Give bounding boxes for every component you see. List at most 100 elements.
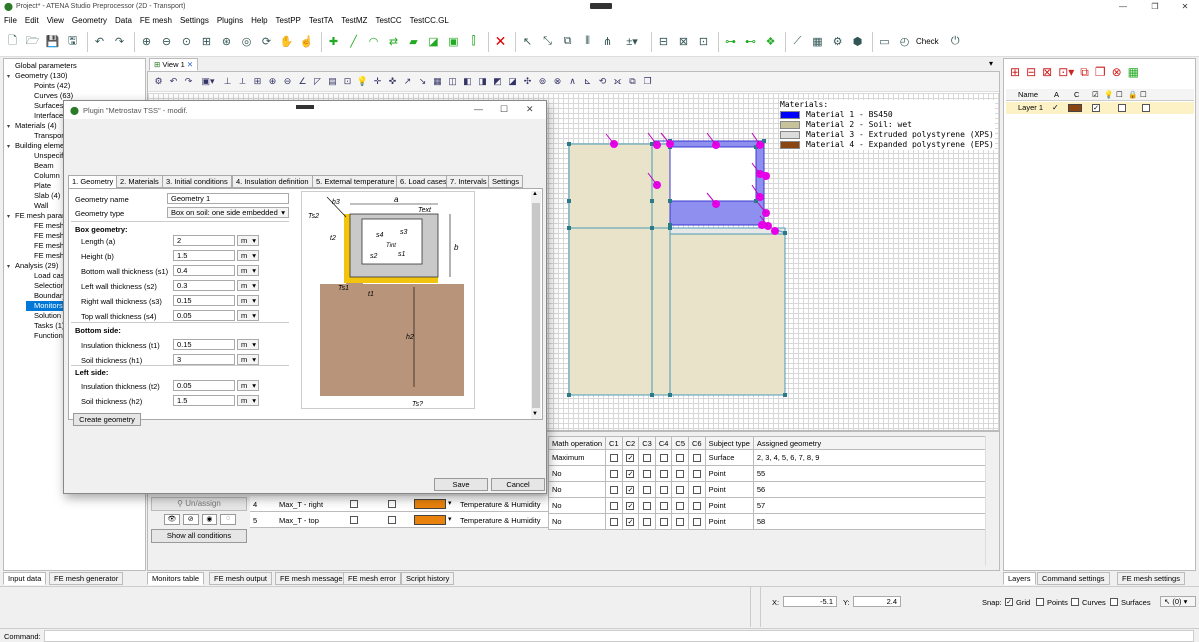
rotate-icon[interactable]: ⟳ (258, 33, 275, 50)
menu-item-10[interactable]: TestTA (305, 16, 337, 25)
tab-input-data[interactable]: Input data (3, 572, 47, 585)
color-dropdown-icon[interactable]: ▾ (448, 515, 452, 523)
layer-color-swatch[interactable] (1068, 104, 1082, 112)
unassign-button[interactable]: ⚲ Un/assign (151, 497, 247, 511)
snap-line-icon[interactable]: ↗ (401, 75, 414, 88)
monitor-quantity[interactable]: Temperature & Humidity (460, 516, 540, 525)
monitor-checkbox[interactable] (350, 516, 358, 524)
dialog-minimize-icon[interactable]: — (474, 104, 483, 114)
table-row[interactable]: 5 Max_T - top ▾ Temperature & Humidity (250, 512, 548, 528)
solid-icon[interactable]: ⬢ (849, 33, 866, 50)
unit-select[interactable]: m ▾ (237, 235, 259, 246)
snap-center-icon[interactable]: ◫ (446, 75, 459, 88)
component-checkbox[interactable] (659, 502, 668, 510)
copy-icon[interactable]: ⧉ (559, 33, 576, 50)
layer-copy-icon[interactable]: ❐ (1095, 65, 1106, 80)
monitor-checkbox[interactable] (350, 500, 358, 508)
view-mode-dropdown-icon[interactable]: ▣▾ (197, 75, 219, 88)
field-input[interactable]: 0.15 (173, 295, 235, 306)
tree-item[interactable]: Global parameters (7, 61, 77, 71)
dialog-tab-5[interactable]: 6. Load cases (396, 175, 451, 188)
mirror-icon[interactable]: ⫴ (579, 33, 596, 50)
unit-select[interactable]: m ▾ (237, 280, 259, 291)
math-operation-cell[interactable]: No (547, 465, 607, 482)
monitor-quantity[interactable]: Temperature & Humidity (460, 500, 540, 509)
tree-expander-icon[interactable]: ▾ (7, 212, 15, 222)
add-region-icon[interactable]: ◪ (425, 33, 442, 50)
copy-view-icon[interactable]: ❐ (641, 75, 654, 88)
layer-export-icon[interactable]: ▦ (1128, 65, 1139, 80)
dialog-tab-6[interactable]: 7. Intervals (446, 175, 491, 188)
component-checkbox[interactable] (692, 486, 701, 494)
unit-select[interactable]: m ▾ (237, 310, 259, 321)
monitor-checkbox[interactable] (388, 500, 396, 508)
field-input[interactable]: 3 (173, 354, 235, 365)
eye-none-icon[interactable]: ◌ (220, 514, 236, 525)
layer-lock-checkbox[interactable] (1118, 104, 1126, 112)
tree-item[interactable]: Points (42) (26, 81, 70, 91)
assigned-geometry-cell[interactable]: 56 (752, 481, 994, 498)
minimize-icon[interactable]: — (1108, 0, 1138, 13)
add-arc-icon[interactable]: ◠ (365, 33, 382, 50)
view-menu-icon[interactable]: ▾ (989, 59, 993, 68)
component-checkbox[interactable] (676, 454, 685, 462)
monitor-checkbox[interactable] (388, 516, 396, 524)
assigned-geometry-cell[interactable]: 55 (752, 465, 994, 482)
menu-item-1[interactable]: Edit (21, 16, 43, 25)
close-tab-icon[interactable]: ✕ (187, 60, 193, 69)
assigned-geometry-cell[interactable]: 2, 3, 4, 5, 6, 7, 8, 9 (752, 449, 994, 466)
menu-item-2[interactable]: View (43, 16, 68, 25)
snap-end-icon[interactable]: ◧ (461, 75, 474, 88)
menu-item-7[interactable]: Plugins (213, 16, 247, 25)
component-checkbox[interactable] (659, 518, 668, 526)
table-row[interactable]: No ✓ Point 55 (547, 465, 994, 482)
dialog-close-icon[interactable]: ✕ (526, 104, 534, 115)
y-coord-field[interactable]: 2.4 (853, 596, 901, 607)
save-icon[interactable]: 💾 (44, 33, 61, 50)
field-input[interactable]: 0.05 (173, 310, 235, 321)
zoom-view-in-icon[interactable]: ⊕ (266, 75, 279, 88)
add-polyline-icon[interactable]: ⇄ (385, 33, 402, 50)
math-operation-cell[interactable]: No (547, 481, 607, 498)
layer-active-check[interactable]: ✓ (1052, 103, 1059, 112)
intersect-icon[interactable]: ⊠ (675, 33, 692, 50)
menu-item-4[interactable]: Data (111, 16, 136, 25)
tab-layers[interactable]: Layers (1003, 572, 1036, 585)
table-icon[interactable]: ▦ (809, 33, 826, 50)
snap-point-icon[interactable]: ✛ (371, 75, 384, 88)
transform-dropdown-icon[interactable]: ±▾ (619, 33, 645, 50)
tab-script-history[interactable]: Script history (401, 572, 455, 585)
open-icon[interactable]: 🗁 (24, 33, 41, 50)
component-checkbox[interactable] (676, 502, 685, 510)
tree-expander-icon[interactable]: ▾ (7, 72, 15, 82)
redo-icon[interactable]: ↷ (111, 33, 128, 50)
add-interface-icon[interactable]: ⫿ (465, 33, 482, 50)
move-icon[interactable]: ⤡ (539, 33, 556, 50)
table-row[interactable]: No ✓ Point 58 (547, 513, 994, 530)
menu-item-5[interactable]: FE mesh (136, 16, 176, 25)
eye-all-icon[interactable]: ◉ (201, 514, 218, 525)
table-row[interactable]: No ✓ Point 56 (547, 481, 994, 498)
tree-item[interactable]: Plate (26, 181, 51, 191)
box-interior[interactable] (669, 146, 757, 202)
component-checkbox[interactable] (609, 454, 618, 462)
component-checkbox[interactable] (609, 470, 618, 478)
unit-select[interactable]: m ▾ (237, 354, 259, 365)
dialog-tab-7[interactable]: Settings (488, 175, 524, 188)
menu-item-6[interactable]: Settings (176, 16, 213, 25)
component-checkbox[interactable] (659, 470, 668, 478)
zoom-all-icon[interactable]: ⊛ (218, 33, 235, 50)
layer-edit-icon[interactable]: ⊠ (1042, 65, 1052, 80)
save-as-icon[interactable]: 🖫 (64, 33, 81, 50)
subject-type-cell[interactable]: Point (704, 513, 754, 530)
tab-fe-mesh-generator[interactable]: FE mesh generator (49, 572, 124, 585)
component-checkbox[interactable] (609, 502, 618, 510)
create-geometry-button[interactable]: Create geometry (73, 413, 141, 426)
layer-delete-icon[interactable]: ⊗ (1112, 65, 1122, 80)
tab-fe-mesh-output[interactable]: FE mesh output (209, 572, 272, 585)
component-checkbox[interactable] (676, 470, 685, 478)
zoom-window-icon[interactable]: ⊞ (198, 33, 215, 50)
component-checkbox[interactable] (643, 502, 652, 510)
tree-expander-icon[interactable]: ▾ (7, 142, 15, 152)
layer-print-checkbox[interactable] (1142, 104, 1150, 112)
